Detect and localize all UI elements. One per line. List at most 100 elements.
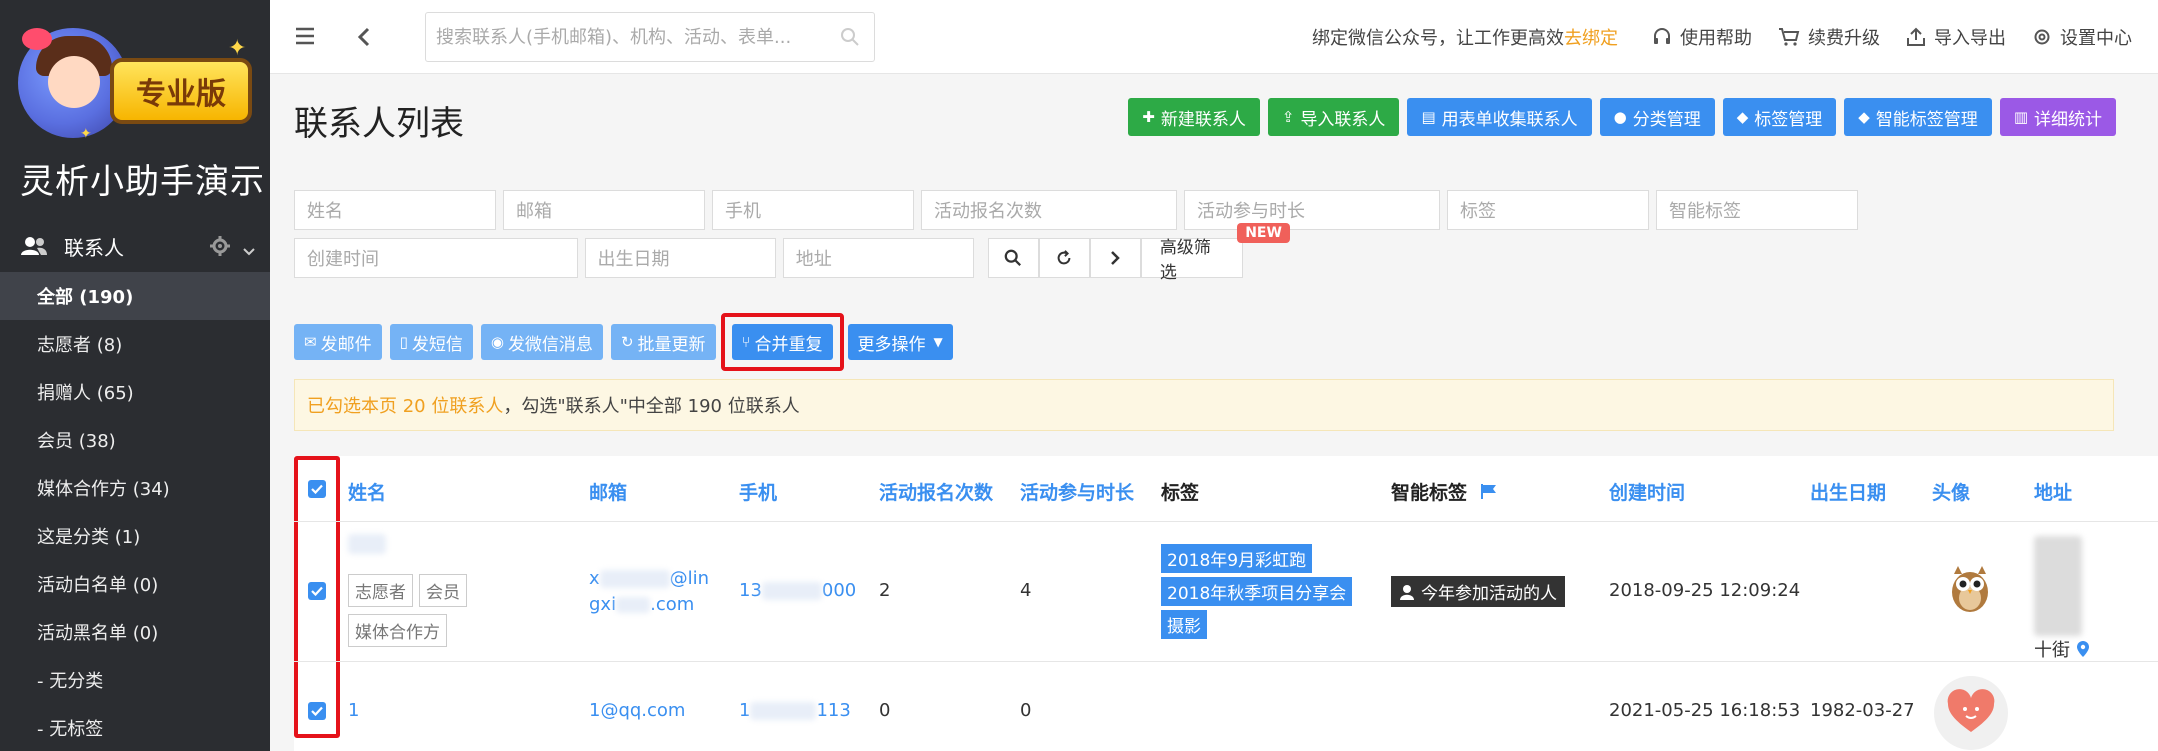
header-birthday[interactable]: 出生日期 [1810, 478, 1886, 505]
tag-manage-button[interactable]: ◆ 标签管理 [1722, 98, 1837, 136]
contact-phone[interactable]: 13 000 [739, 580, 856, 601]
tag-badge[interactable]: 2018年秋季项目分享会 [1161, 577, 1353, 606]
contact-email[interactable]: x @lin gxi .com [589, 566, 709, 618]
filter-birthday[interactable]: 出生日期 [584, 238, 776, 278]
merge-duplicates-button[interactable]: ⑂ 合并重复 [731, 324, 833, 360]
send-email-button[interactable]: ✉ 发邮件 [294, 324, 382, 360]
chevron-down-icon[interactable] [242, 238, 256, 262]
tag-badge[interactable]: 摄影 [1161, 610, 1207, 639]
send-sms-button[interactable]: ▯ 发短信 [389, 324, 473, 360]
email-visible-part: gxi [589, 594, 617, 615]
advanced-filter-button[interactable]: 高级筛选 NEW [1140, 223, 1290, 283]
tag-badge[interactable]: 2018年9月彩虹跑 [1161, 544, 1313, 573]
app-title: 灵析小助手演示 [20, 162, 265, 202]
avatar-heart [1934, 676, 2008, 751]
contact-phone[interactable]: 1 113 [739, 700, 851, 721]
sidebar-item[interactable]: 全部 (190) [0, 272, 270, 320]
send-wechat-button[interactable]: ◉ 发微信消息 [480, 324, 603, 360]
filter-smart-tags[interactable]: 智能标签 [1656, 190, 1858, 230]
filter-email[interactable]: 邮箱 [503, 190, 705, 230]
more-actions-dropdown[interactable]: 更多操作 ▼ [847, 324, 953, 360]
email-visible-part: @lin [669, 568, 710, 589]
star-icon: ✦ [228, 36, 247, 61]
settings-label: 设置中心 [2060, 28, 2132, 49]
row-checkbox[interactable] [308, 702, 326, 720]
header-smart-tags-label: 智能标签 [1391, 482, 1468, 504]
created-time: 2021-05-25 16:18:53 [1609, 700, 1801, 721]
form-collect-label: 用表单收集联系人 [1441, 109, 1578, 130]
map-pin-icon[interactable] [2076, 640, 2090, 658]
header-created[interactable]: 创建时间 [1609, 478, 1685, 505]
category-manage-button[interactable]: ● 分类管理 [1599, 98, 1715, 136]
header-phone[interactable]: 手机 [739, 478, 777, 505]
smart-tag-badge[interactable]: 今年参加活动的人 [1391, 576, 1565, 607]
gear-icon[interactable] [210, 236, 230, 261]
header-email[interactable]: 邮箱 [589, 478, 627, 505]
filter-tags[interactable]: 标签 [1447, 190, 1649, 230]
logo: 专业版 ✦ ✦ [18, 18, 252, 148]
flag-icon[interactable] [1480, 483, 1498, 499]
contact-email[interactable]: 1@qq.com [589, 700, 685, 721]
sidebar-item[interactable]: 会员 (38) [0, 416, 270, 464]
search-input[interactable] [426, 13, 816, 61]
filter-signup-count[interactable]: 活动报名次数 [921, 190, 1177, 230]
pro-edition-badge: 专业版 [110, 58, 252, 124]
sidebar-item[interactable]: - 无分类 [0, 656, 270, 704]
back-chevron-icon[interactable] [356, 26, 376, 48]
email-visible-part: .com [650, 594, 695, 615]
filter-created-time[interactable]: 创建时间 [294, 238, 578, 278]
smart-tag-manage-button[interactable]: ◆ 智能标签管理 [1844, 98, 1992, 136]
new-contact-button[interactable]: ✚ 新建联系人 [1128, 98, 1260, 136]
row-checkbox[interactable] [308, 582, 326, 600]
form-collect-button[interactable]: ▤ 用表单收集联系人 [1407, 98, 1592, 136]
filter-search-button[interactable] [987, 238, 1039, 278]
header-name[interactable]: 姓名 [348, 478, 386, 505]
wechat-icon: ◉ [490, 333, 504, 351]
select-all-checkbox[interactable] [308, 480, 326, 498]
table-row[interactable]: 1 1@qq.com 1 113 0 0 2021-05-25 16:18:53 … [294, 662, 2158, 751]
filter-expand-button[interactable] [1089, 238, 1141, 278]
phone-visible-part: 000 [821, 580, 857, 601]
sidebar-item[interactable]: - 无标签 [0, 704, 270, 751]
sidebar-item[interactable]: 志愿者 (8) [0, 320, 270, 368]
header-duration[interactable]: 活动参与时长 [1020, 478, 1134, 505]
hamburger-menu-icon[interactable] [294, 26, 316, 48]
import-export-icon [1907, 27, 1925, 46]
merge-icon: ⑂ [741, 333, 751, 351]
filter-reset-button[interactable] [1038, 238, 1090, 278]
form-icon: ▤ [1421, 108, 1436, 126]
header-address[interactable]: 地址 [2034, 478, 2072, 505]
upgrade-link[interactable]: 续费升级 [1778, 24, 1880, 50]
filter-duration[interactable]: 活动参与时长 [1184, 190, 1440, 230]
signup-count: 0 [879, 700, 891, 721]
filter-phone[interactable]: 手机 [712, 190, 914, 230]
contacts-table: 姓名 邮箱 手机 活动报名次数 活动参与时长 标签 智能标签 创建时间 出生日期… [294, 456, 2158, 751]
contact-name[interactable]: 1 [348, 700, 359, 721]
table-row[interactable]: 志愿者 会员 媒体合作方 x @lin gxi .com 13 000 2 4 2018… [294, 522, 2158, 662]
sidebar-item[interactable]: 这是分类 (1) [0, 512, 270, 560]
redacted-text [616, 597, 651, 613]
sidebar-item[interactable]: 媒体合作方 (34) [0, 464, 270, 512]
sidebar-item[interactable]: 捐赠人 (65) [0, 368, 270, 416]
filter-name[interactable]: 姓名 [294, 190, 496, 230]
filter-address[interactable]: 地址 [782, 238, 974, 278]
header-signup-count[interactable]: 活动报名次数 [879, 478, 993, 505]
wechat-bind-link[interactable]: 去绑定 [1564, 28, 1618, 49]
help-link[interactable]: 使用帮助 [1652, 24, 1752, 50]
chevron-right-icon [1111, 251, 1121, 265]
batch-update-label: 批量更新 [637, 334, 706, 355]
sidebar-section-contacts[interactable]: 联系人 [0, 226, 270, 266]
sidebar: 专业版 ✦ ✦ 灵析小助手演示 联系人 全部 (190) 志愿者 (8) 捐赠人 (… [0, 0, 270, 751]
bar-chart-icon: ▥ [2013, 108, 2028, 126]
select-all-text[interactable]: ，勾选"联系人"中全部 190 位联系人 [503, 392, 799, 418]
import-export-link[interactable]: 导入导出 [1906, 24, 2006, 50]
advanced-filter-label: 高级筛选 [1159, 238, 1211, 283]
search-icon[interactable] [840, 27, 860, 51]
import-contacts-button[interactable]: ⇪ 导入联系人 [1267, 98, 1400, 136]
statistics-button[interactable]: ▥ 详细统计 [1999, 98, 2116, 136]
sidebar-item[interactable]: 活动白名单 (0) [0, 560, 270, 608]
sidebar-item[interactable]: 活动黑名单 (0) [0, 608, 270, 656]
settings-link[interactable]: 设置中心 [2032, 24, 2132, 50]
upgrade-label: 续费升级 [1808, 28, 1880, 49]
batch-update-button[interactable]: ↻ 批量更新 [610, 324, 716, 360]
